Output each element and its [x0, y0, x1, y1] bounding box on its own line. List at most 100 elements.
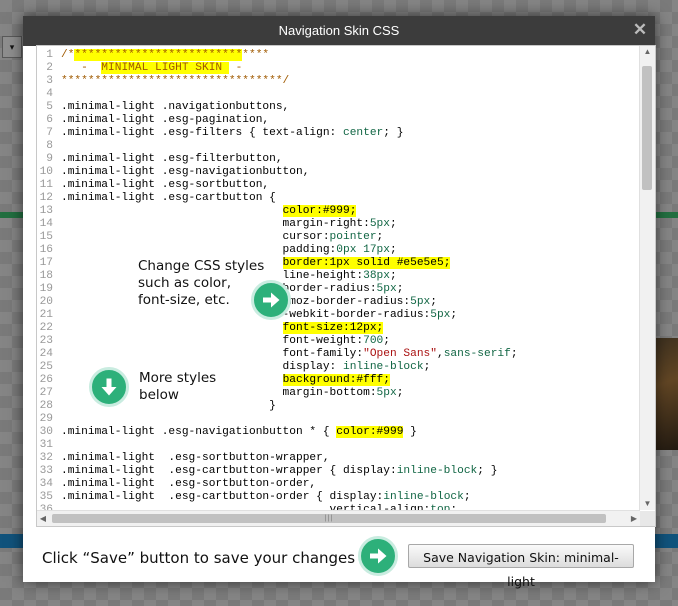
code-token: .minimal-light .esg-cartbutton {: [61, 192, 276, 204]
line-number: 24: [39, 348, 53, 360]
arrow-right-circle-icon: [358, 536, 398, 576]
line-number: 25: [39, 361, 53, 373]
line-number: 13: [39, 205, 53, 217]
code-text: .minimal-light .navigationbuttons,: [61, 101, 289, 114]
code-line: 9 .minimal-light .esg-filterbutton,: [37, 153, 637, 166]
code-line: 24 font-family:"Open Sans",sans-serif;: [37, 348, 637, 361]
code-token: 5px: [430, 309, 451, 321]
code-line: 15 cursor:pointer;: [37, 231, 637, 244]
code-line: 18 line-height:38px;: [37, 270, 637, 283]
code-token: 700: [363, 335, 384, 347]
code-token: ;: [389, 218, 397, 230]
code-text: /******************************: [61, 49, 269, 62]
line-number: 20: [39, 296, 53, 308]
scroll-right-icon[interactable]: ▶: [628, 511, 640, 526]
code-token: color:#999;: [282, 205, 357, 217]
line-number: 6: [46, 114, 53, 126]
code-token: cursor:: [61, 231, 330, 243]
code-line: 2 - MINIMAL LIGHT SKIN -: [37, 62, 637, 75]
code-token: .minimal-light .esg-filters { text-align…: [61, 127, 343, 139]
code-token: MINIMAL LIGHT SKIN: [101, 62, 229, 74]
code-token: 5px: [376, 283, 397, 295]
code-token: 5px: [376, 387, 397, 399]
css-editor-dialog: Navigation Skin CSS ✕ 1/****************…: [23, 16, 656, 589]
line-number: 7: [46, 127, 53, 139]
css-code-editor[interactable]: 1/****************************** 2 - MINI…: [36, 45, 656, 527]
code-line: 22 font-size:12px;: [37, 322, 637, 335]
horizontal-scrollbar[interactable]: ◀ ||| ▶: [37, 510, 640, 526]
code-text: color:#999;: [61, 205, 357, 218]
code-text: margin-right:5px;: [61, 218, 397, 231]
code-text: font-family:"Open Sans",sans-serif;: [61, 348, 518, 361]
annotation-line: font-size, etc.: [138, 292, 230, 308]
line-number: 3: [46, 75, 53, 87]
code-line: 30 .minimal-light .esg-navigationbutton *…: [37, 426, 637, 439]
vertical-scrollbar[interactable]: ▲ ▼: [639, 46, 655, 510]
code-token: "Open Sans": [363, 348, 437, 360]
code-token: .minimal-light .navigationbuttons,: [61, 101, 290, 113]
code-token: .minimal-light .esg-sortbutton,: [61, 179, 270, 191]
code-token: 38px: [363, 270, 390, 282]
code-line: 7 .minimal-light .esg-filters { text-alig…: [37, 127, 637, 140]
code-text: .minimal-light .esg-sortbutton,: [61, 179, 269, 192]
code-token: -webkit-border-radius:: [61, 309, 431, 321]
line-number: 9: [46, 153, 53, 165]
vertical-scroll-thumb[interactable]: [642, 66, 652, 190]
more-styles-annotation: More styles below: [139, 370, 217, 404]
code-line: 3 *********************************/: [37, 75, 637, 88]
css-styles-annotation: Change CSS styles such as color, font-si…: [138, 258, 265, 309]
code-line: 21 -webkit-border-radius:5px;: [37, 309, 637, 322]
scroll-up-icon[interactable]: ▲: [640, 46, 655, 58]
code-token: /*: [61, 49, 75, 61]
line-number: 27: [39, 387, 53, 399]
code-line: 33 .minimal-light .esg-cartbutton-wrapper…: [37, 465, 637, 478]
code-token: ;: [396, 387, 404, 399]
code-token: padding:: [61, 244, 337, 256]
line-number: 23: [39, 335, 53, 347]
code-token: }: [403, 426, 417, 438]
code-text: .minimal-light .esg-cartbutton-order { d…: [61, 491, 471, 504]
code-token: .minimal-light .esg-pagination,: [61, 114, 270, 126]
line-number: 10: [39, 166, 53, 178]
code-token: *********************************/: [61, 75, 290, 87]
code-line: 16 padding:0px 17px;: [37, 244, 637, 257]
code-line: 17 border:1px solid #e5e5e5;: [37, 257, 637, 270]
code-token: ;: [430, 296, 437, 308]
code-token: ;: [383, 335, 390, 347]
close-icon[interactable]: ✕: [632, 21, 648, 38]
save-navigation-skin-button[interactable]: Save Navigation Skin: minimal-light: [408, 544, 634, 589]
code-token: inline-block: [396, 465, 478, 477]
code-line: 1/******************************: [37, 49, 637, 62]
line-number: 11: [39, 179, 53, 191]
code-text: .minimal-light .esg-cartbutton {: [61, 192, 276, 205]
line-number: 29: [39, 413, 53, 425]
code-text: *********************************/: [61, 75, 289, 88]
code-token: ;: [389, 270, 397, 282]
scroll-down-icon[interactable]: ▼: [640, 498, 655, 510]
code-line: 8: [37, 140, 637, 153]
code-token: *************************: [74, 49, 243, 61]
code-token: .minimal-light .esg-navigationbutton * {: [61, 426, 337, 438]
code-token: ,: [436, 348, 444, 360]
code-text: .minimal-light .esg-navigationbutton,: [61, 166, 309, 179]
code-line: 14 margin-right:5px;: [37, 218, 637, 231]
code-token: .minimal-light .esg-sortbutton-wrapper,: [61, 452, 330, 464]
code-token: color:#999: [336, 426, 404, 438]
code-line: 13 color:#999;: [37, 205, 637, 218]
code-token: ****: [242, 49, 270, 61]
code-text: font-size:12px;: [61, 322, 384, 335]
line-number: 32: [39, 452, 53, 464]
code-token: .minimal-light .esg-cartbutton-order { d…: [61, 491, 384, 503]
code-text: .minimal-light .esg-sortbutton-order,: [61, 478, 316, 491]
code-area[interactable]: 1/****************************** 2 - MINI…: [37, 46, 637, 510]
horizontal-scroll-thumb[interactable]: |||: [52, 514, 606, 523]
scroll-left-icon[interactable]: ◀: [37, 511, 49, 526]
code-token: ;: [510, 348, 518, 360]
code-token: .minimal-light .esg-navigationbutton,: [61, 166, 310, 178]
line-number: 8: [46, 140, 53, 152]
code-text: padding:0px 17px;: [61, 244, 397, 257]
code-token: ;: [450, 309, 458, 321]
line-number: 14: [39, 218, 53, 230]
code-line: 34 .minimal-light .esg-sortbutton-order,: [37, 478, 637, 491]
line-number: 35: [39, 491, 53, 503]
